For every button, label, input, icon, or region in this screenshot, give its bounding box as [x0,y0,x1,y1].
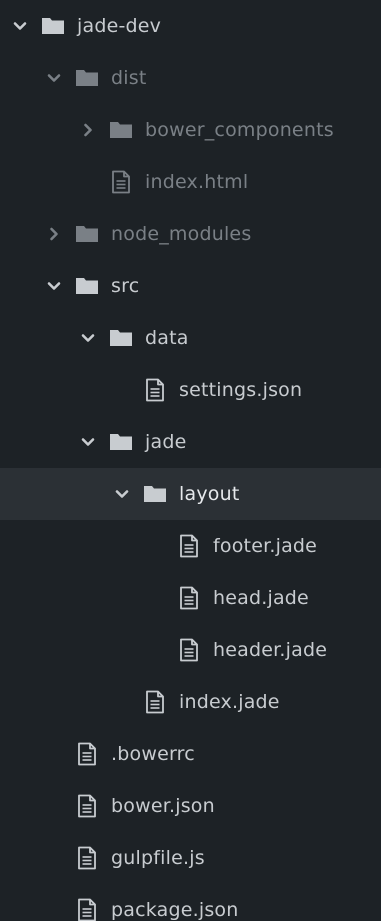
tree-folder-node-modules[interactable]: node_modules [0,208,381,260]
tree-item-label: bower_components [145,119,334,141]
tree-file-index-jade[interactable]: index.jade [0,676,381,728]
tree-item-label: data [145,327,189,349]
tree-file-head-jade[interactable]: head.jade [0,572,381,624]
tree-item-label: jade-dev [77,15,162,37]
file-icon [177,534,201,558]
tree-folder-src[interactable]: src [0,260,381,312]
file-icon [109,170,133,194]
chevron-down-icon[interactable] [115,487,129,501]
folder-icon [109,430,133,454]
chevron-down-icon[interactable] [47,71,61,85]
tree-folder-data[interactable]: data [0,312,381,364]
folder-icon [41,14,65,38]
tree-folder-bower-components[interactable]: bower_components [0,104,381,156]
tree-item-label: header.jade [213,639,328,661]
chevron-down-icon[interactable] [81,331,95,345]
file-icon [177,586,201,610]
tree-file-bower-json[interactable]: bower.json [0,780,381,832]
file-icon [143,378,167,402]
chevron-right-icon[interactable] [47,227,61,241]
tree-item-label: footer.jade [213,535,318,557]
folder-icon [109,118,133,142]
tree-item-label: layout [179,483,240,505]
tree-folder-layout[interactable]: layout [0,468,381,520]
folder-icon [75,222,99,246]
tree-item-label: index.jade [179,691,280,713]
tree-item-label: settings.json [179,379,303,401]
tree-item-label: gulpfile.js [111,847,205,869]
tree-item-label: .bowerrc [111,743,195,765]
tree-file-header-jade[interactable]: header.jade [0,624,381,676]
folder-icon [75,66,99,90]
tree-folder-dist[interactable]: dist [0,52,381,104]
tree-item-label: index.html [145,171,249,193]
folder-icon [143,482,167,506]
tree-item-label: dist [111,67,147,89]
tree-item-label: node_modules [111,223,252,245]
file-tree: jade-dev dist bower_components index.html no… [0,0,381,921]
tree-item-label: head.jade [213,587,309,609]
folder-icon [109,326,133,350]
tree-file-footer-jade[interactable]: footer.jade [0,520,381,572]
tree-folder-jade[interactable]: jade [0,416,381,468]
chevron-down-icon[interactable] [13,19,27,33]
file-icon [75,794,99,818]
tree-item-label: package.json [111,899,239,921]
tree-file-bowerrc[interactable]: .bowerrc [0,728,381,780]
tree-folder-jade-dev[interactable]: jade-dev [0,0,381,52]
chevron-down-icon[interactable] [47,279,61,293]
file-icon [75,742,99,766]
tree-item-label: src [111,275,140,297]
file-icon [75,898,99,921]
tree-item-label: jade [145,431,187,453]
tree-item-label: bower.json [111,795,215,817]
file-icon [177,638,201,662]
file-icon [143,690,167,714]
file-icon [75,846,99,870]
tree-file-index-html[interactable]: index.html [0,156,381,208]
tree-file-settings-json[interactable]: settings.json [0,364,381,416]
chevron-right-icon[interactable] [81,123,95,137]
tree-file-gulpfile-js[interactable]: gulpfile.js [0,832,381,884]
chevron-down-icon[interactable] [81,435,95,449]
folder-icon [75,274,99,298]
tree-file-package-json[interactable]: package.json [0,884,381,921]
